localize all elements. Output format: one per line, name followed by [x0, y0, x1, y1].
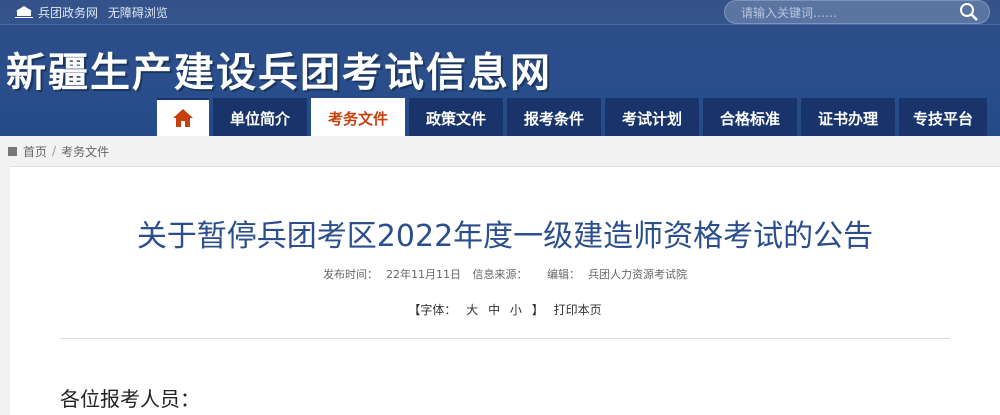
nav-item-unit-intro[interactable]: 单位简介	[213, 98, 307, 136]
nav-item-exam-documents[interactable]: 考务文件	[311, 98, 405, 136]
government-building-icon	[15, 6, 33, 18]
search-input[interactable]	[739, 3, 953, 23]
publish-date: 22年11月11日	[386, 268, 461, 281]
print-button[interactable]: 打印本页	[554, 303, 602, 317]
search-icon[interactable]	[959, 2, 979, 22]
breadcrumb-marker-icon	[8, 146, 17, 156]
nav-item-requirements[interactable]: 报考条件	[507, 98, 601, 136]
divider	[60, 338, 950, 339]
editor-value: 兵团人力资源考试院	[588, 268, 687, 281]
gov-link[interactable]: 兵团政务网	[38, 6, 98, 20]
nav-item-exam-plan[interactable]: 考试计划	[605, 98, 699, 136]
editor-label: 编辑：	[547, 268, 580, 281]
nav-item-certificate[interactable]: 证书办理	[801, 98, 895, 136]
nav-item-tech-platform[interactable]: 专技平台	[899, 98, 987, 136]
publish-label: 发布时间：	[323, 268, 378, 281]
font-small-button[interactable]: 小	[510, 303, 522, 317]
site-title: 新疆生产建设兵团考试信息网	[6, 49, 552, 96]
top-links: 兵团政务网 无障碍浏览	[38, 4, 174, 21]
font-large-button[interactable]: 大	[466, 303, 478, 317]
article-tools: 【字体： 大 中 小 】 打印本页	[10, 301, 1000, 318]
article-panel: 关于暂停兵团考区2022年度一级建造师资格考试的公告 发布时间： 22年11月11…	[10, 166, 1000, 415]
nav-home-button[interactable]	[157, 98, 209, 136]
breadcrumb-separator: /	[52, 144, 57, 158]
main-nav: 单位简介 考务文件 政策文件 报考条件 考试计划 合格标准 证书办理 专技平台	[157, 98, 987, 136]
nav-item-passing-standard[interactable]: 合格标准	[703, 98, 797, 136]
accessibility-link[interactable]: 无障碍浏览	[108, 6, 168, 20]
search-box	[724, 0, 990, 24]
article-title: 关于暂停兵团考区2022年度一级建造师资格考试的公告	[136, 219, 874, 254]
breadcrumb-current[interactable]: 考务文件	[61, 143, 109, 160]
breadcrumb-home-link[interactable]: 首页	[23, 143, 47, 160]
source-label: 信息来源：	[472, 268, 528, 281]
breadcrumb: 首页 / 考务文件	[0, 140, 1000, 162]
article-meta: 发布时间： 22年11月11日 信息来源： 编辑： 兵团人力资源考试院	[10, 266, 1000, 282]
font-size-label-close: 】	[531, 303, 544, 317]
nav-item-policy-documents[interactable]: 政策文件	[409, 98, 503, 136]
home-icon	[173, 109, 193, 127]
font-size-label: 【字体：	[408, 303, 457, 317]
article-greeting: 各位报考人员：	[60, 387, 200, 411]
font-medium-button[interactable]: 中	[488, 303, 500, 317]
site-header: 兵团政务网 无障碍浏览 新疆生产建设兵团考试信息网 单位简介 考务文件 政策文件…	[0, 0, 1000, 136]
